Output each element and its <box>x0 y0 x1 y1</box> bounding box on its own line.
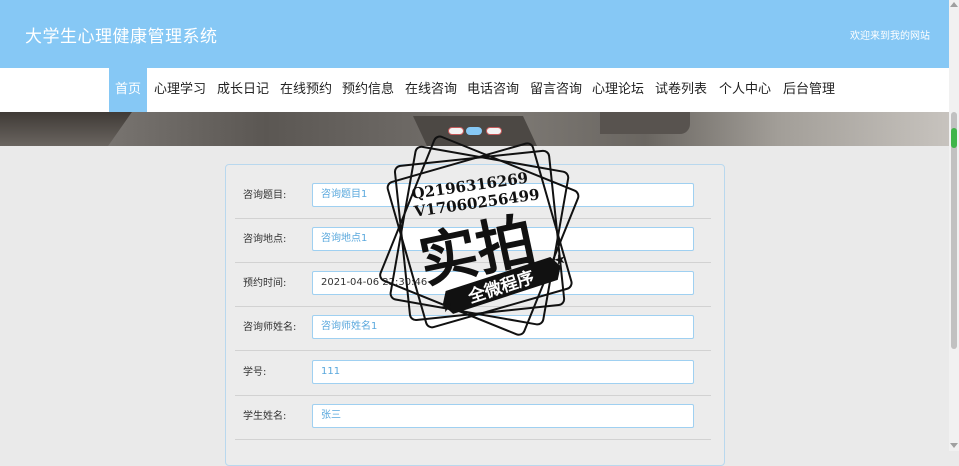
nav-item-growth-diary[interactable]: 成长日记 <box>216 68 270 112</box>
nav-item-admin[interactable]: 后台管理 <box>782 68 836 112</box>
student-id-input[interactable]: 111 <box>312 360 694 384</box>
site-title: 大学生心理健康管理系统 <box>25 27 218 47</box>
welcome-text: 欢迎来到我的网站 <box>850 31 930 42</box>
nav-item-phone-consult[interactable]: 电话咨询 <box>466 68 520 112</box>
nav-item-user-center[interactable]: 个人中心 <box>718 68 772 112</box>
student-name-input[interactable]: 张三 <box>312 404 694 428</box>
nav-item-forum[interactable]: 心理论坛 <box>591 68 645 112</box>
header-bar: 大学生心理健康管理系统 欢迎来到我的网站 <box>0 0 949 68</box>
nav-item-home[interactable]: 首页 <box>109 68 147 112</box>
form-row-student-name: 学生姓名: 张三 <box>235 395 711 440</box>
student-id-label: 学号: <box>243 367 267 378</box>
location-label: 咨询地点: <box>243 234 287 245</box>
main-nav: 首页 心理学习 成长日记 在线预约 预约信息 在线咨询 电话咨询 留言咨询 心理… <box>0 68 949 112</box>
scroll-indicator <box>951 128 957 148</box>
nav-item-online-booking[interactable]: 在线预约 <box>279 68 333 112</box>
watermark-stamp: Q2196316269 V17060256499 实拍 全微程序 ★ ★ <box>379 135 580 336</box>
form-row-student-id: 学号: 111 <box>235 351 711 396</box>
scroll-up-arrow-icon[interactable] <box>950 2 958 7</box>
topic-label: 咨询题目: <box>243 190 287 201</box>
nav-item-online-consult[interactable]: 在线咨询 <box>404 68 458 112</box>
nav-item-message-consult[interactable]: 留言咨询 <box>529 68 583 112</box>
counselor-label: 咨询师姓名: <box>243 322 297 333</box>
scroll-down-arrow-icon[interactable] <box>950 443 958 448</box>
student-name-label: 学生姓名: <box>243 411 287 422</box>
nav-item-psych-study[interactable]: 心理学习 <box>153 68 207 112</box>
nav-item-booking-info[interactable]: 预约信息 <box>341 68 395 112</box>
booking-time-label: 预约时间: <box>243 278 287 289</box>
nav-item-exam-list[interactable]: 试卷列表 <box>654 68 708 112</box>
